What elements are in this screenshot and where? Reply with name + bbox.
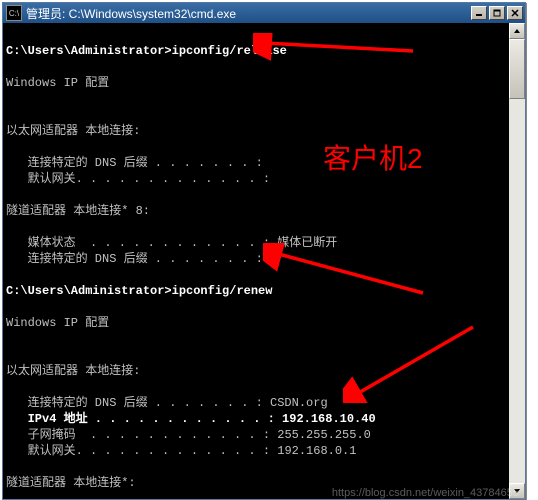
window-title: 管理员: C:\Windows\system32\cmd.exe: [26, 5, 469, 22]
line: 以太网适配器 本地连接:: [6, 364, 140, 378]
line: 默认网关. . . . . . . . . . . . . :: [6, 172, 270, 186]
line: 默认网关. . . . . . . . . . . . . : 192.168.…: [6, 444, 356, 458]
scroll-thumb[interactable]: [509, 39, 525, 99]
prompt-line: C:\Users\Administrator>ipconfig/renew: [6, 284, 272, 298]
line: Windows IP 配置: [6, 76, 109, 90]
line: IPv4 地址 . . . . . . . . . . . . : 192.16…: [6, 412, 376, 426]
line: 连接特定的 DNS 后缀 . . . . . . . : CSDN.org: [6, 396, 328, 410]
minimize-icon: [475, 9, 483, 17]
maximize-icon: [493, 9, 501, 17]
terminal-output: C:\Users\Administrator>ipconfig/release …: [3, 23, 509, 499]
line: Windows IP 配置: [6, 316, 109, 330]
scroll-track[interactable]: [509, 39, 525, 483]
scroll-up-button[interactable]: [509, 23, 525, 39]
line: 以太网适配器 本地连接:: [6, 124, 140, 138]
vertical-scrollbar[interactable]: [509, 23, 525, 499]
chevron-up-icon: [513, 27, 521, 35]
line: 隧道适配器 本地连接* 8:: [6, 204, 150, 218]
minimize-button[interactable]: [471, 6, 487, 20]
titlebar[interactable]: C:\ 管理员: C:\Windows\system32\cmd.exe: [3, 3, 525, 23]
line: 媒体状态 . . . . . . . . . . . . : 媒体已断开: [6, 236, 337, 250]
close-icon: [511, 9, 519, 17]
close-button[interactable]: [507, 6, 523, 20]
maximize-button[interactable]: [489, 6, 505, 20]
window-buttons: [469, 6, 523, 20]
chevron-down-icon: [513, 487, 521, 495]
line: 连接特定的 DNS 后缀 . . . . . . . :: [6, 252, 263, 266]
line: 隧道适配器 本地连接*:: [6, 476, 136, 490]
app-icon: C:\: [6, 5, 22, 21]
line: 连接特定的 DNS 后缀 . . . . . . . :: [6, 156, 263, 170]
line: 子网掩码 . . . . . . . . . . . . : 255.255.2…: [6, 428, 371, 442]
prompt-line: C:\Users\Administrator>ipconfig/release: [6, 44, 287, 58]
scroll-down-button[interactable]: [509, 483, 525, 499]
cmd-window: C:\ 管理员: C:\Windows\system32\cmd.exe C:\…: [2, 2, 526, 500]
